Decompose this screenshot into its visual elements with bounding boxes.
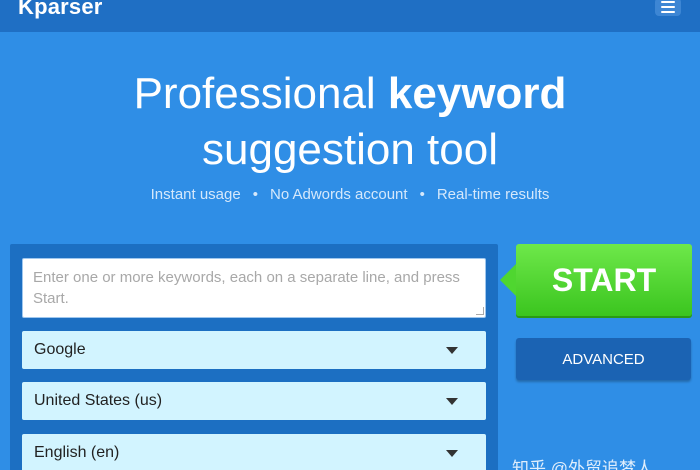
separator: • [419, 186, 425, 203]
advanced-button[interactable]: ADVANCED [516, 338, 691, 380]
title-bold: keyword [387, 69, 567, 118]
language-select[interactable]: English (en) [22, 434, 486, 470]
title-regular: Professional [133, 69, 388, 118]
start-button[interactable]: START [516, 244, 692, 316]
page-title: Professional keyword suggestion tool [0, 66, 700, 178]
source-value: Google [34, 341, 86, 358]
feature-no-adwords: No Adwords account [269, 186, 408, 203]
watermark: 知乎 @外贸追梦人 [512, 459, 653, 470]
feature-instant-usage: Instant usage [150, 186, 241, 203]
top-bar: Kparser [0, 0, 700, 32]
menu-bar [661, 11, 675, 13]
country-value: United States (us) [34, 392, 163, 409]
start-arrow-icon [500, 263, 517, 297]
menu-bar [661, 1, 675, 3]
feature-realtime: Real-time results [436, 186, 550, 203]
logo[interactable]: Kparser [18, 0, 103, 20]
menu-bar [661, 6, 675, 8]
hamburger-menu-icon[interactable] [655, 0, 681, 16]
chevron-down-icon [446, 346, 458, 354]
country-select[interactable]: United States (us) [22, 382, 486, 420]
title-line-2: suggestion tool [202, 125, 498, 174]
chevron-down-icon [446, 397, 458, 405]
feature-list: Instant usage • No Adwords account • Real-ti… [0, 186, 700, 203]
resize-handle-icon[interactable] [476, 307, 484, 315]
chevron-down-icon [446, 449, 458, 457]
title-line-1: Professional keyword [0, 66, 700, 122]
language-value: English (en) [34, 444, 120, 461]
source-select[interactable]: Google [22, 331, 486, 369]
keywords-input[interactable] [22, 258, 486, 318]
separator: • [252, 186, 258, 203]
